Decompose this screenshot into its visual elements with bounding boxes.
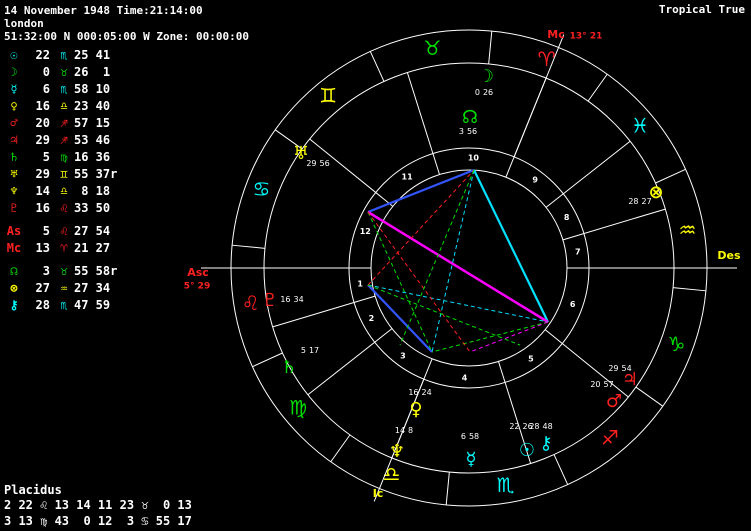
aspect-line [367,284,521,346]
zodiac-sign-icon: ♈ [538,47,556,71]
sign-boundary-line [369,51,385,82]
chart-planet-icon: ♀ [409,399,422,420]
zodiac-sign-icon: ♑ [668,332,686,356]
sign-boundary-line [587,73,608,102]
chart-planet-icon: ♇ [262,290,278,311]
chart-planet-degree: 14 8 [395,426,413,435]
house-cusp-line [309,138,394,207]
house-cusp-line [406,72,441,175]
sign-boundary-line [252,352,283,368]
chart-planet-icon: ☽ [478,66,494,87]
house-number: 7 [575,248,581,257]
sign-boundary-line [330,434,351,463]
chart-planet-icon: ♂ [606,391,622,412]
aspect-line [367,284,433,353]
house-number: 5 [528,354,534,363]
chart-planet-icon: ⚷ [539,433,552,454]
house-cusp-line [307,328,393,396]
chart-planet-degree: 16 34 [280,295,303,304]
chart-planet-icon: ☊ [462,107,478,128]
chart-planet-degree: 5 17 [301,346,319,355]
house-ring [348,147,590,389]
zodiac-sign-icon: ♉ [423,36,441,60]
chart-planet-degree: 6 58 [461,432,479,441]
chart-planet-degree: 28 27 [628,197,651,206]
aspect-line [367,284,549,323]
house-number: 1 [357,279,363,288]
house-number: 12 [360,227,371,236]
house-cusp-line [562,208,666,241]
sign-boundary-line [488,31,493,64]
sign-boundary-line [655,168,686,184]
zodiac-sign-icon: ♒ [678,218,696,242]
house-number: 4 [462,373,468,382]
aspect-line [399,169,475,346]
house-number: 11 [402,173,414,182]
zodiac-sign-icon: ♍ [289,395,307,419]
aspect-line [431,321,549,353]
sign-boundary-line [445,472,450,505]
house-number: 10 [468,154,480,163]
chart-planet-degree: 29 54 [608,364,631,373]
zodiac-sign-icon: ♏ [497,473,515,497]
aspect-line [469,321,549,353]
chart-planet-icon: ☿ [465,449,476,470]
house-number: 9 [532,176,538,185]
sign-boundary-line [673,287,706,292]
house-cusp-line [545,140,631,208]
sign-boundary-line [232,244,265,249]
house-number: 3 [400,351,406,360]
house-number: 2 [369,314,375,323]
sign-boundary-line [553,454,569,485]
chart-planet-icon: ♄ [281,357,297,378]
sign-boundary-line [635,386,664,407]
chart-planet-degree: 0 26 [475,88,493,97]
chart-planet-degree: 28 48 [529,422,552,431]
zodiac-sign-icon: ♋ [253,177,271,201]
midheaven-label: Mc [547,28,564,41]
zodiac-sign-icon: ♐ [601,425,619,449]
aspect-line [367,168,475,214]
natal-chart-wheel: ♈♉♊♋♌♍♎ ♏♐♑♒♓123456789101112Asc5° 29Mc 13°… [184,28,741,507]
zodiac-sign-icon: ♌ [242,291,260,315]
chart-planet-icon: ♆ [389,441,405,462]
zodiac-sign-icon: ♓ [631,114,649,138]
chart-planet-degree: 20 57 [590,380,613,389]
midheaven-degree: 13° 21 [570,32,603,42]
zodiac-sign-icon: ♊ [319,84,337,108]
house-number: 6 [570,300,576,309]
ascendant-label: Asc [187,266,209,279]
chart-planet-icon: ☉ [519,440,535,461]
descendant-label: Des [717,249,741,262]
imum-coeli-label: Ic [373,487,384,500]
house-number: 8 [564,213,570,222]
ascendant-degree: 5° 29 [184,282,210,292]
chart-planet-degree: 3 56 [459,127,477,136]
chart-planet-degree: 29 56 [306,159,329,168]
aspect-line [367,211,471,353]
